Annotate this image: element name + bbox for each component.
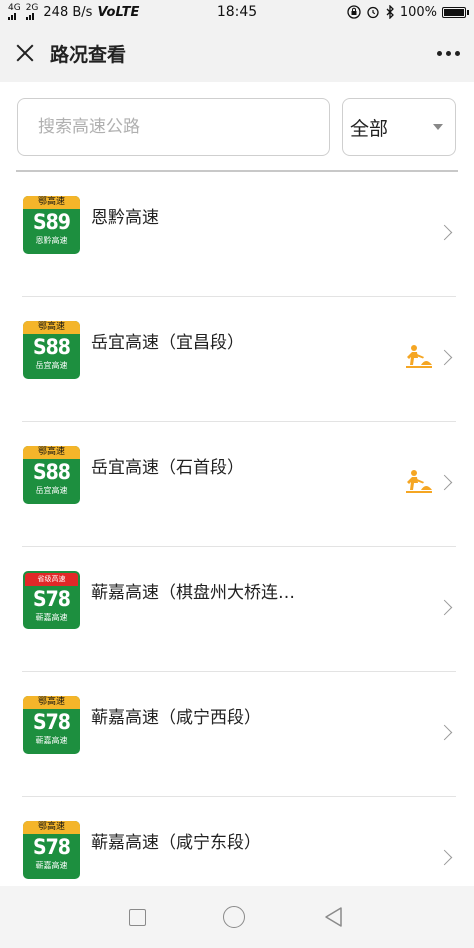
- badge-province: 鄂高速: [23, 696, 80, 709]
- highway-name: 岳宜高速（宜昌段）: [91, 333, 244, 353]
- lock-icon: [347, 5, 361, 19]
- highway-badge: 鄂高速 S88 岳宜高速: [23, 321, 80, 379]
- badge-code: S88: [33, 335, 71, 359]
- badge-code: S78: [33, 835, 71, 859]
- network-speed: 248 B/s: [43, 4, 93, 20]
- highway-name: 岳宜高速（石首段）: [91, 458, 244, 478]
- badge-name: 蕲嘉高速: [35, 613, 68, 622]
- list-item[interactable]: 鄂高速 S88 岳宜高速 岳宜高速（宜昌段）: [0, 297, 474, 422]
- badge-code: S78: [33, 710, 71, 734]
- signal-indicator-2: 2G: [25, 4, 38, 20]
- search-input[interactable]: [17, 98, 330, 156]
- highway-badge: 省级高速 S78 蕲嘉高速: [23, 571, 80, 629]
- highway-name: 蕲嘉高速（咸宁西段）: [91, 708, 261, 728]
- badge-name: 岳宜高速: [35, 486, 68, 495]
- back-button[interactable]: [323, 906, 345, 928]
- chevron-right-icon: [436, 724, 453, 741]
- highway-name: 恩黔高速: [91, 208, 159, 228]
- system-nav-bar: [0, 886, 474, 948]
- more-icon[interactable]: [437, 50, 460, 56]
- chevron-right-icon: [436, 849, 453, 866]
- badge-province: 鄂高速: [23, 446, 80, 459]
- badge-province: 鄂高速: [23, 196, 80, 209]
- highway-name: 蕲嘉高速（咸宁东段）: [91, 833, 261, 853]
- signal-indicator: 4G: [8, 4, 21, 20]
- highway-name: 蕲嘉高速（棋盘州大桥连…: [91, 583, 295, 603]
- badge-code: S88: [33, 460, 71, 484]
- badge-name: 蕲嘉高速: [35, 861, 68, 870]
- chevron-right-icon: [436, 224, 453, 241]
- list-item[interactable]: 省级高速 S78 蕲嘉高速 蕲嘉高速（棋盘州大桥连…: [0, 547, 474, 672]
- badge-name: 蕲嘉高速: [35, 736, 68, 745]
- highway-badge: 鄂高速 S89 恩黔高速: [23, 196, 80, 254]
- badge-name: 岳宜高速: [35, 361, 68, 370]
- badge-name: 恩黔高速: [35, 236, 68, 245]
- roadwork-icon: [406, 345, 432, 368]
- highway-badge: 鄂高速 S78 蕲嘉高速: [23, 696, 80, 754]
- filter-select[interactable]: 全部: [342, 98, 456, 156]
- list-item[interactable]: 鄂高速 S78 蕲嘉高速 蕲嘉高速（咸宁西段）: [0, 672, 474, 797]
- page-title: 路况查看: [50, 43, 127, 66]
- badge-code: S89: [33, 210, 71, 234]
- chevron-right-icon: [436, 599, 453, 616]
- badge-province: 鄂高速: [23, 821, 80, 834]
- chevron-right-icon: [436, 474, 453, 491]
- battery-icon: [442, 6, 469, 18]
- chevron-right-icon: [436, 349, 453, 366]
- close-icon[interactable]: [14, 42, 36, 64]
- bluetooth-icon: [386, 5, 394, 19]
- badge-province: 鄂高速: [23, 321, 80, 334]
- battery-percent: 100%: [399, 4, 437, 20]
- highway-badge: 鄂高速 S78 蕲嘉高速: [23, 821, 80, 879]
- recent-apps-button[interactable]: [128, 908, 146, 926]
- list-item[interactable]: 鄂高速 S88 岳宜高速 岳宜高速（石首段）: [0, 422, 474, 547]
- filter-select-value: 全部: [350, 117, 389, 140]
- list-item[interactable]: 鄂高速 S89 恩黔高速 恩黔高速: [0, 172, 474, 297]
- highway-badge: 鄂高速 S88 岳宜高速: [23, 446, 80, 504]
- alarm-icon: [367, 6, 379, 19]
- home-button[interactable]: [223, 906, 246, 928]
- chevron-down-icon: [433, 124, 443, 130]
- title-bar: 路况查看: [0, 24, 474, 82]
- badge-code: S78: [33, 587, 71, 611]
- status-bar: 4G 2G 248 B/s VoLTE 18:45 100%: [0, 0, 474, 24]
- roadwork-icon: [406, 470, 432, 493]
- search-row: 全部: [0, 82, 474, 170]
- highway-list: 鄂高速 S89 恩黔高速 恩黔高速 鄂高速 S88 岳宜高速 岳宜高速（宜昌段）…: [0, 172, 474, 922]
- volte-label: VoLTE: [97, 4, 140, 20]
- badge-province: 省级高速: [25, 573, 78, 586]
